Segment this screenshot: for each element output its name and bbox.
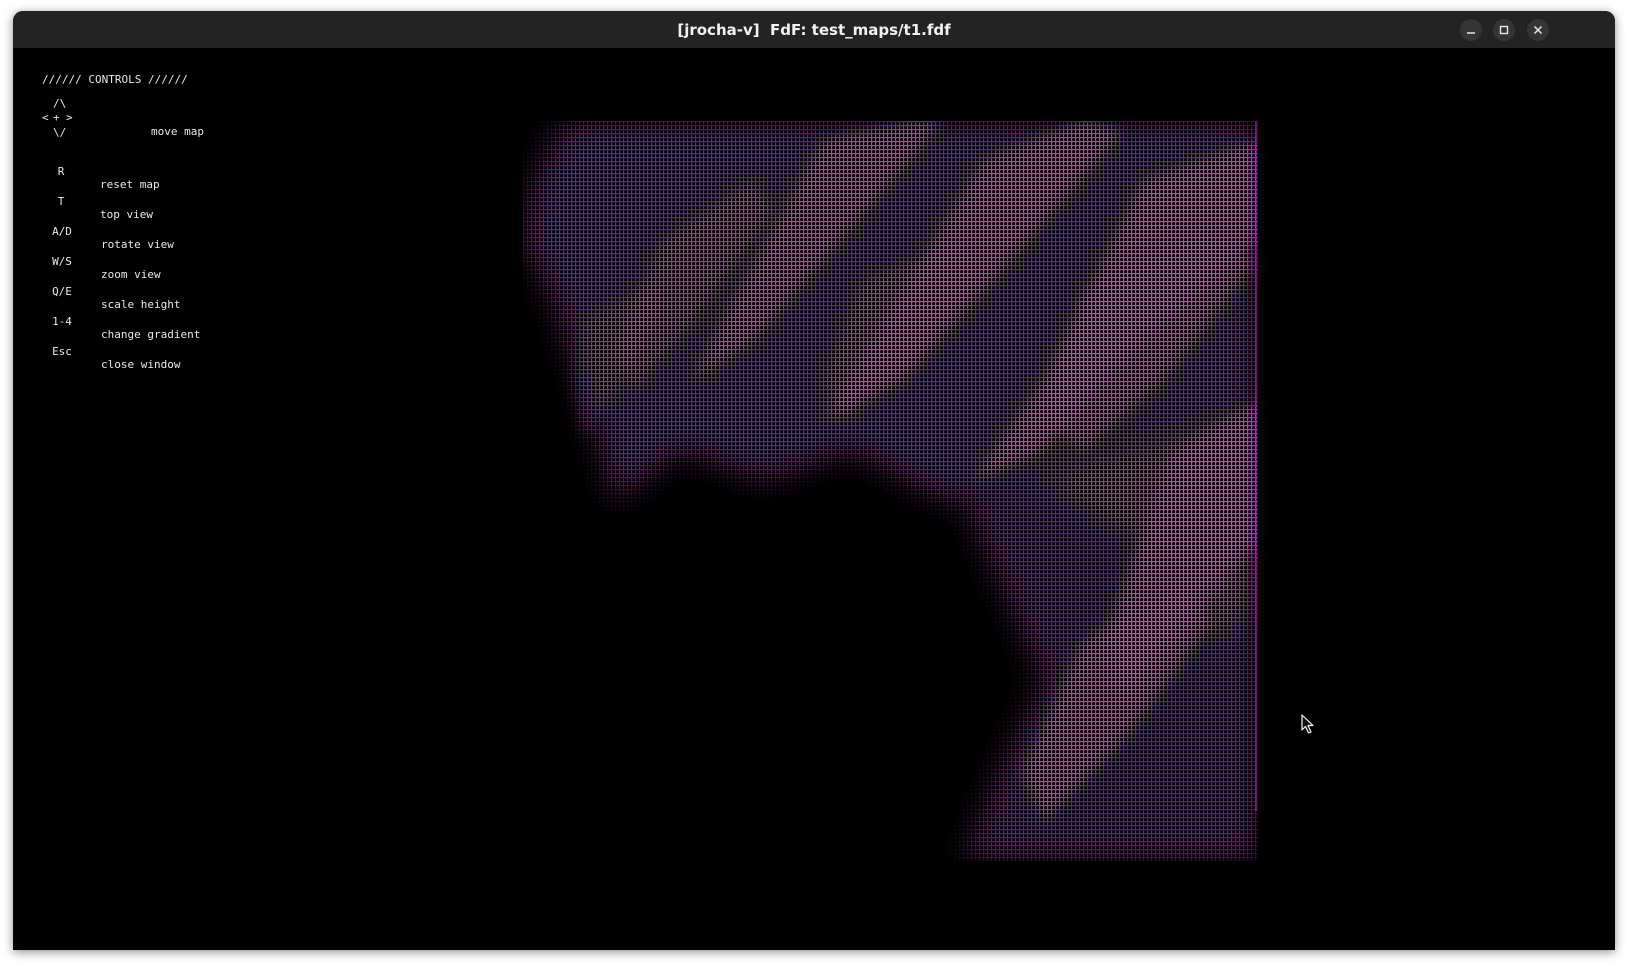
control-label: reset map: [100, 178, 160, 191]
control-key: Q/E: [52, 285, 72, 298]
maximize-icon: [1499, 25, 1509, 35]
control-label: top view: [100, 208, 153, 221]
control-label: close window: [101, 358, 181, 371]
control-close-window: Esc close window: [13, 332, 180, 384]
control-label: rotate view: [101, 238, 174, 251]
arrow-down-glyph: \/: [53, 126, 67, 139]
maximize-button[interactable]: [1493, 19, 1515, 41]
arrow-right-glyph: >: [66, 111, 73, 124]
control-key: A/D: [52, 225, 72, 238]
fdf-canvas[interactable]: ////// CONTROLS ////// /\ < + > \/ move …: [13, 48, 1615, 950]
wireframe-map-render: [523, 121, 1258, 861]
control-label: zoom view: [101, 268, 161, 281]
mouse-pointer-icon: [1301, 714, 1315, 738]
window-title: [jrocha-v] FdF: test_maps/t1.fdf: [677, 20, 951, 39]
close-icon: [1533, 25, 1543, 35]
control-label: move map: [150, 125, 204, 138]
arrow-keys-icon: /\ < + > \/: [39, 98, 77, 140]
minimize-icon: [1467, 32, 1475, 34]
control-key: Esc: [52, 345, 72, 358]
control-key: R: [57, 165, 65, 178]
close-button[interactable]: [1527, 19, 1549, 41]
control-label: change gradient: [101, 328, 201, 341]
minimize-button[interactable]: [1460, 19, 1482, 41]
arrow-up-glyph: /\: [53, 97, 67, 110]
control-key: 1-4: [52, 315, 72, 328]
arrow-center-glyph: +: [53, 111, 60, 124]
app-window: [jrocha-v] FdF: test_maps/t1.fdf ////// …: [13, 11, 1615, 950]
control-key: T: [57, 195, 65, 208]
wireframe-map: [523, 121, 1258, 861]
arrow-left-glyph: <: [42, 111, 49, 124]
control-move-map: move map: [98, 112, 204, 151]
title-bar[interactable]: [jrocha-v] FdF: test_maps/t1.fdf: [13, 11, 1615, 48]
controls-header: ////// CONTROLS //////: [42, 73, 188, 86]
control-key: W/S: [52, 255, 72, 268]
control-label: scale height: [101, 298, 181, 311]
